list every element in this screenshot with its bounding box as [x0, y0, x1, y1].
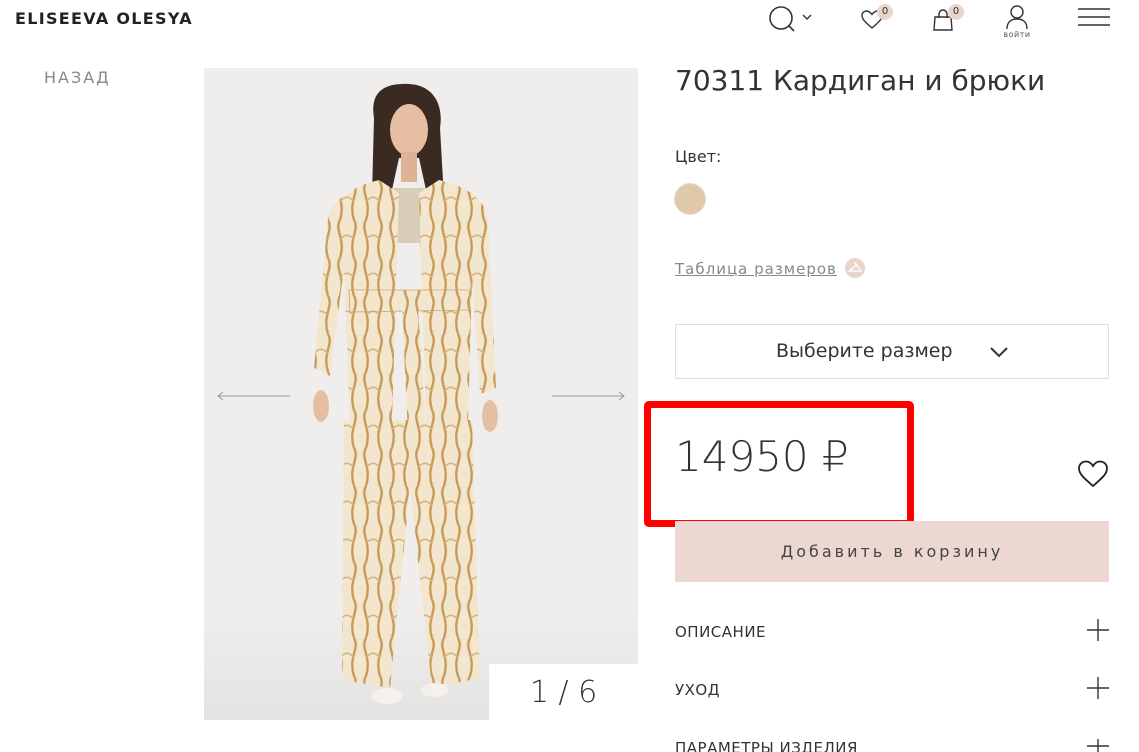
user-icon: [1006, 5, 1028, 30]
favorites-button[interactable]: 0: [860, 4, 894, 34]
arrow-right-icon: [552, 391, 625, 401]
add-to-cart-button[interactable]: Добавить в корзину: [675, 521, 1109, 582]
chevron-down-icon: [990, 347, 1008, 358]
login-label: войти: [1003, 30, 1031, 39]
product-image-gallery[interactable]: [204, 68, 638, 720]
login-button[interactable]: войти: [999, 4, 1035, 44]
plus-icon: [1087, 677, 1109, 699]
price-highlight-box: [644, 401, 914, 527]
search-button[interactable]: [768, 5, 814, 33]
gallery-next-arrow[interactable]: [550, 386, 626, 406]
cart-count-badge: 0: [948, 4, 964, 20]
arrow-left-icon: [217, 391, 290, 401]
plus-icon: [1087, 739, 1109, 752]
accordion-care[interactable]: УХОД: [675, 677, 1109, 711]
favorites-count-badge: 0: [877, 4, 893, 20]
color-label: Цвет:: [675, 147, 722, 166]
plus-icon: [1087, 619, 1109, 641]
search-icon: [769, 6, 812, 32]
heart-icon: [1078, 460, 1108, 488]
cart-button[interactable]: 0: [931, 4, 965, 34]
gallery-counter: 1 / 6: [489, 664, 638, 720]
hamburger-menu-icon: [1078, 8, 1110, 26]
hanger-icon: [845, 258, 866, 278]
accordion-label: УХОД: [675, 681, 720, 699]
accordion-parameters[interactable]: ПАРАМЕТРЫ ИЗДЕЛИЯ: [675, 739, 1109, 752]
back-link[interactable]: НАЗАД: [44, 68, 111, 87]
size-chart-label: Таблица размеров: [675, 260, 837, 278]
accordion-description[interactable]: ОПИСАНИЕ: [675, 619, 1109, 653]
menu-button[interactable]: [1078, 7, 1110, 29]
accordion-label: ПАРАМЕТРЫ ИЗДЕЛИЯ: [675, 739, 858, 752]
accordion-label: ОПИСАНИЕ: [675, 623, 767, 641]
size-select-value: Выберите размер: [776, 340, 953, 362]
size-select[interactable]: Выберите размер: [675, 324, 1109, 379]
product-title: 70311 Кардиган и брюки: [675, 64, 1046, 97]
gallery-prev-arrow[interactable]: [216, 386, 292, 406]
color-swatch[interactable]: [675, 184, 705, 214]
brand-logo[interactable]: ELISEEVA OLESYA: [15, 9, 193, 28]
add-to-wishlist-button[interactable]: [1077, 459, 1109, 489]
size-chart-link[interactable]: Таблица размеров: [675, 258, 866, 280]
